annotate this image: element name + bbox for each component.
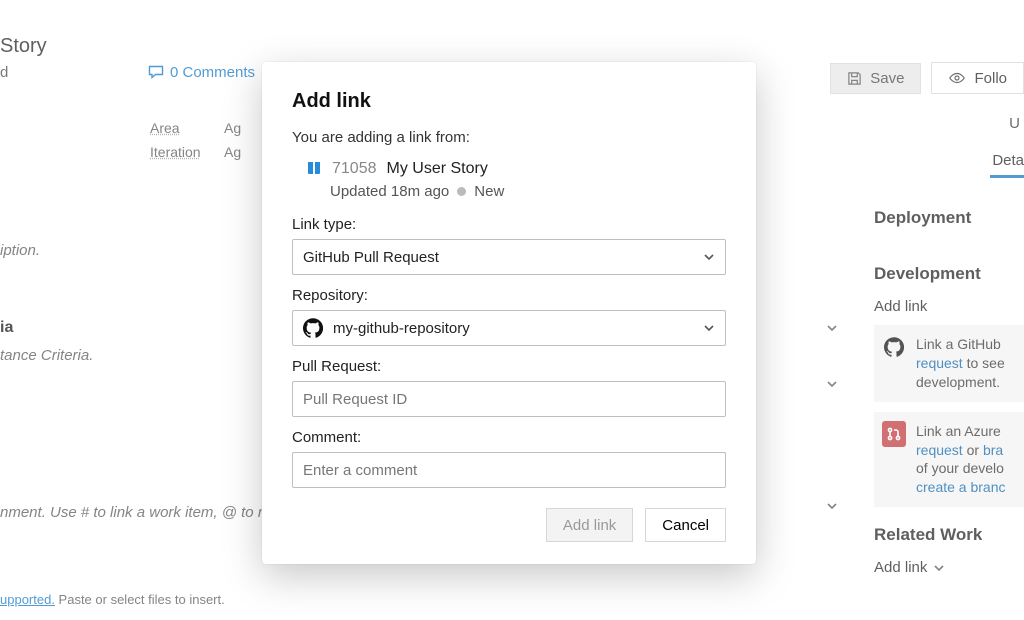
book-icon [306,160,322,181]
create-branch-link[interactable]: create a branc [916,479,1006,495]
comment-icon [148,64,164,80]
related-work-heading: Related Work [874,525,1024,545]
iteration-value[interactable]: Ag [224,144,241,160]
comments-count: 0 Comments [170,64,255,81]
status-fragment: d [0,64,8,81]
comments-link[interactable]: 0 Comments [148,64,255,81]
follow-button[interactable]: Follo [931,62,1024,94]
updated-fragment: U [1009,115,1020,132]
deployment-heading: Deployment [874,208,1024,228]
attachment-hint: upported. Paste or select files to inser… [0,592,225,607]
section-toggle-1[interactable] [818,314,846,342]
pull-request-icon [882,421,906,447]
comment-label: Comment: [292,429,726,446]
comment-input[interactable] [303,462,715,479]
repository-value: my-github-repository [333,320,470,337]
gh-request-link[interactable]: request [916,355,963,371]
related-add-link[interactable]: Add link [874,559,1024,576]
section-toggle-2[interactable] [818,370,846,398]
chevron-down-icon [826,322,838,334]
dev-add-link[interactable]: Add link [874,298,1024,315]
github-suggestion-card: Link a GitHub request to see development… [874,325,1024,402]
dialog-intro: You are adding a link from: [292,129,726,146]
azure-suggestion-card: Link an Azure request or bra of your dev… [874,412,1024,508]
chevron-down-icon [826,500,838,512]
github-icon [303,318,323,338]
add-link-button[interactable]: Add link [546,508,633,542]
area-value[interactable]: Ag [224,120,241,136]
azure-request-link[interactable]: request [916,442,963,458]
tab-details[interactable]: Deta [990,152,1024,178]
save-icon [847,71,862,86]
link-type-select[interactable]: GitHub Pull Request [292,239,726,275]
save-button[interactable]: Save [830,63,921,94]
link-type-value: GitHub Pull Request [303,249,439,266]
area-label: Area [150,120,210,136]
chevron-down-icon [826,378,838,390]
comment-input-wrap [292,452,726,488]
work-item-name: My User Story [387,160,488,181]
repository-select[interactable]: my-github-repository [292,310,726,346]
development-heading: Development [874,264,1024,284]
eye-icon [948,69,966,87]
work-item-title: Story [0,35,47,58]
pull-request-input-wrap [292,381,726,417]
repository-label: Repository: [292,287,726,304]
classification-fields: Area Ag Iteration Ag [150,120,241,168]
iteration-label: Iteration [150,144,210,160]
pull-request-label: Pull Request: [292,358,726,375]
pull-request-input[interactable] [303,391,715,408]
add-link-dialog: Add link You are adding a link from: 710… [262,62,756,564]
work-item-state: New [474,183,504,200]
dialog-title: Add link [292,90,726,113]
source-work-item: 71058 My User Story [292,160,726,181]
github-icon [882,335,906,359]
azure-branch-link[interactable]: bra [983,442,1003,458]
chevron-down-icon [703,251,715,263]
cancel-button[interactable]: Cancel [645,508,726,542]
link-type-label: Link type: [292,216,726,233]
work-item-updated: Updated 18m ago [330,183,449,200]
state-dot-icon [457,187,466,196]
section-toggle-3[interactable] [818,492,846,520]
work-item-id: 71058 [332,160,377,181]
chevron-down-icon [933,562,945,574]
chevron-down-icon [703,322,715,334]
